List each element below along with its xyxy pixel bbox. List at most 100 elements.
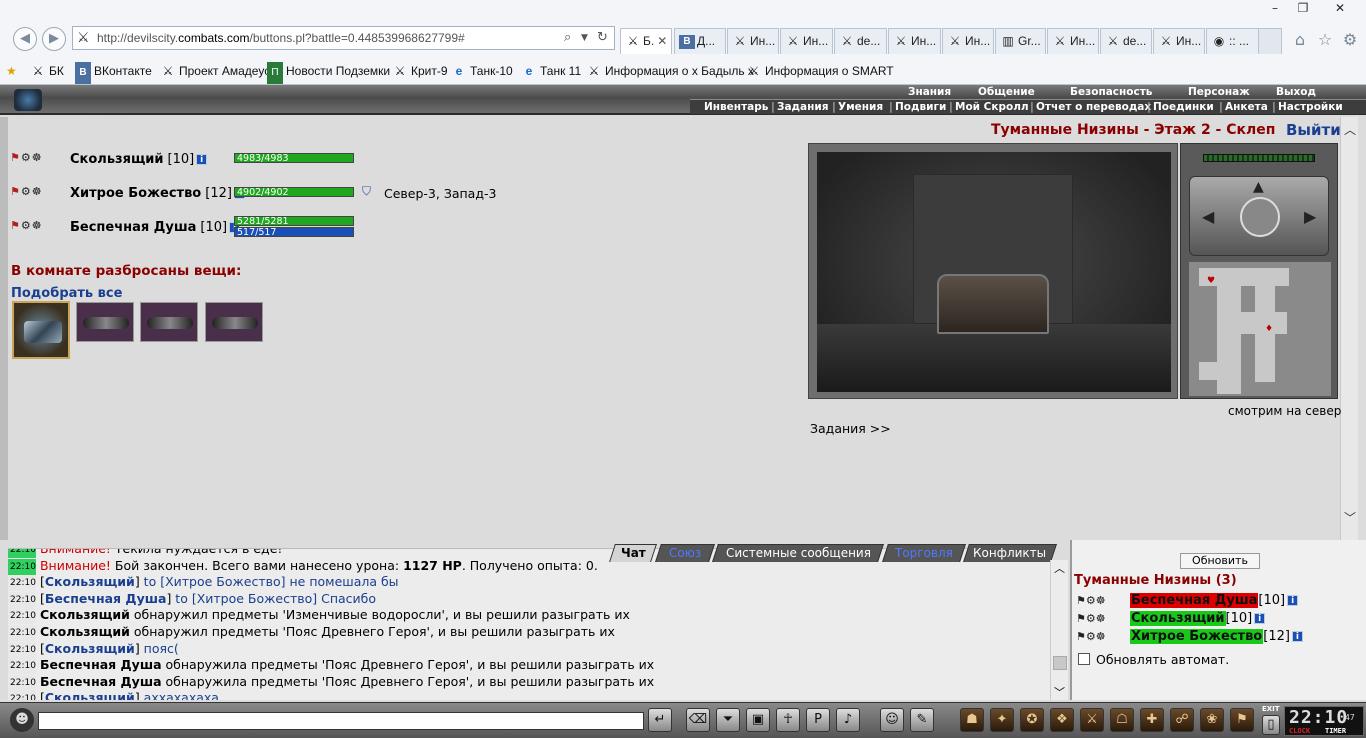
scroll-up-icon[interactable]: ︿ xyxy=(1343,121,1357,138)
favorite-link-7[interactable]: e Танк 11 xyxy=(521,60,581,82)
back-button[interactable]: ◀ xyxy=(13,27,37,51)
loot-item-4[interactable] xyxy=(205,302,263,342)
player-name[interactable]: Скользящий xyxy=(70,152,164,167)
exit-link[interactable]: Выйти xyxy=(1286,121,1341,139)
chat-nick[interactable]: Скользящий xyxy=(45,574,135,589)
chat-input[interactable] xyxy=(38,712,644,730)
forward-button[interactable]: ▶ xyxy=(42,27,66,51)
browser-tab-1[interactable]: ⚔ Б. ✕ xyxy=(620,28,672,54)
minimize-button[interactable]: – xyxy=(1262,0,1288,18)
favorite-link-8[interactable]: ⚔ Информация о х Бадыль х xyxy=(586,60,754,82)
chat-scroll-down-icon[interactable]: ﹀ xyxy=(1054,684,1065,700)
chest-icon[interactable] xyxy=(937,274,1049,334)
chat-timestamp[interactable]: 22:10 xyxy=(8,658,36,675)
info-icon[interactable]: i xyxy=(1254,613,1266,624)
favorite-link-6[interactable]: e Танк-10 xyxy=(451,60,513,82)
sub-menu-item[interactable]: Настройки xyxy=(1278,100,1343,114)
paw-icon[interactable]: ❀ xyxy=(1200,708,1224,732)
main-scrollbar[interactable]: ︿ ﹀ xyxy=(1340,117,1358,540)
loot-item-3[interactable] xyxy=(140,302,198,342)
sub-menu-item[interactable]: Анкета xyxy=(1225,100,1268,114)
room-member-name[interactable]: Хитрое Божество xyxy=(1130,629,1264,644)
favorite-link-5[interactable]: ⚔ Крит-9 xyxy=(392,60,448,82)
smiles-icon[interactable]: ☺ xyxy=(880,708,904,732)
info-icon[interactable]: i xyxy=(196,154,208,165)
favorite-link-9[interactable]: ⚔ Информация о SMART xyxy=(746,60,894,82)
sub-menu-item[interactable]: Умения xyxy=(838,100,883,114)
sub-menu-item[interactable]: Поединки xyxy=(1153,100,1214,114)
exit-door-icon[interactable]: ▯ xyxy=(1262,715,1280,735)
top-menu-item[interactable]: Общение xyxy=(978,86,1035,98)
close-tab-icon[interactable]: ✕ xyxy=(657,34,667,48)
clock-widget[interactable]: 22:10 47 CLOCK TIMER xyxy=(1284,706,1364,736)
favorite-link-2[interactable]: В ВКонтакте xyxy=(75,60,152,84)
chat-timestamp[interactable]: 22:10 xyxy=(8,641,36,658)
chat-tab-5[interactable]: Конфликты xyxy=(963,544,1057,562)
auto-refresh-checkbox[interactable] xyxy=(1078,653,1090,665)
flag-icon[interactable]: ⚑ xyxy=(1230,708,1254,732)
chat-timestamp[interactable]: 22:10 xyxy=(8,591,36,608)
chat-nick[interactable]: Скользящий xyxy=(45,641,135,656)
chat-timestamp[interactable]: 22:10 xyxy=(8,575,36,592)
close-window-button[interactable]: ✕ xyxy=(1322,0,1358,18)
move-forward-icon[interactable]: ▲ xyxy=(1253,179,1264,195)
sub-menu-item[interactable]: Подвиги xyxy=(895,100,946,114)
favorite-link-4[interactable]: П Новости Подземки xyxy=(267,60,390,84)
browser-tab-5[interactable]: ⚔ de... xyxy=(834,28,887,54)
dragon-icon[interactable]: ❖ xyxy=(1050,708,1074,732)
browser-tab-2[interactable]: В Д... xyxy=(674,28,726,54)
top-menu-item[interactable]: Знания xyxy=(908,86,951,98)
chat-scroll-thumb[interactable] xyxy=(1053,656,1067,670)
chat-scrollbar[interactable]: ︿ ﹀ xyxy=(1050,560,1068,700)
new-tab-button[interactable] xyxy=(1258,28,1282,54)
filter-icon[interactable]: ⏷ xyxy=(716,708,740,732)
hood-icon[interactable]: ☗ xyxy=(960,708,984,732)
top-menu-item[interactable]: Безопасность xyxy=(1070,86,1152,98)
browser-tab-6[interactable]: ⚔ Ин... xyxy=(888,28,941,54)
chat-scroll-up-icon[interactable]: ︿ xyxy=(1054,560,1065,576)
sub-menu-item[interactable]: Задания xyxy=(777,100,828,114)
dropdown-icon[interactable]: ▼ xyxy=(581,27,588,49)
turn-left-icon[interactable]: ◀ xyxy=(1202,207,1214,226)
favorites-star-icon[interactable]: ★ xyxy=(6,60,17,82)
loot-item-2[interactable] xyxy=(76,302,134,342)
player-name-block[interactable]: Хитрое Божество[12]i xyxy=(70,186,245,201)
compass-control[interactable]: ◀ ▶ ▲ xyxy=(1189,176,1329,256)
turn-right-icon[interactable]: ▶ xyxy=(1304,207,1316,226)
top-menu-item[interactable]: Персонаж xyxy=(1188,86,1250,98)
sword-icon[interactable]: ⚔ xyxy=(1080,708,1104,732)
chat-nick[interactable]: Беспечная Душа xyxy=(45,591,167,606)
favorite-link-3[interactable]: ⚔ Проект Амадеус xyxy=(160,60,271,82)
star-icon[interactable]: ☆ xyxy=(1314,30,1336,52)
loot-item-1[interactable] xyxy=(12,301,70,359)
room-member-name[interactable]: Беспечная Душа xyxy=(1130,593,1259,608)
room-member-name[interactable]: Скользящий xyxy=(1130,611,1226,626)
browser-tab-8[interactable]: ▥ Gr... xyxy=(995,28,1046,54)
chat-tab-1[interactable]: Чат xyxy=(609,544,657,562)
player-name[interactable]: Хитрое Божество xyxy=(70,186,201,201)
browser-tab-3[interactable]: ⚔ Ин... xyxy=(727,28,779,54)
sound-icon[interactable]: ♪ xyxy=(836,708,860,732)
info-icon[interactable]: i xyxy=(1287,595,1299,606)
chat-tab-4[interactable]: Торговля xyxy=(882,544,966,562)
save-log-icon[interactable]: ▣ xyxy=(746,708,770,732)
favorite-link-1[interactable]: ⚔ БК xyxy=(30,60,64,82)
player-name-block[interactable]: Беспечная Душа[10]i xyxy=(70,220,241,235)
send-enter-icon[interactable]: ↵ xyxy=(648,708,672,732)
player-name-block[interactable]: Скользящий [10] i xyxy=(70,152,208,167)
quests-link[interactable]: Задания >> xyxy=(810,421,891,436)
chat-tab-2[interactable]: Союз xyxy=(655,544,715,562)
chat-timestamp[interactable]: 22:10 xyxy=(8,608,36,625)
refresh-icon[interactable]: ↻ xyxy=(597,27,608,49)
top-menu-item[interactable]: Выход xyxy=(1276,86,1316,98)
chat-timestamp[interactable]: 22:10 xyxy=(8,625,36,641)
browser-tab-4[interactable]: ⚔ Ин... xyxy=(780,28,833,54)
chat-timestamp[interactable]: 22:10 xyxy=(8,691,36,700)
auto-refresh-row[interactable]: Обновлять автомат. xyxy=(1078,652,1229,667)
smiley-head-icon[interactable]: ☻ xyxy=(10,708,34,732)
scroll-down-icon[interactable]: ﹀ xyxy=(1343,509,1357,526)
minimap[interactable]: ♥ ♦ xyxy=(1189,262,1331,396)
search-icon[interactable]: ⌕ xyxy=(564,27,571,49)
home-icon[interactable]: ⌂ xyxy=(1289,30,1311,52)
wand-icon[interactable]: ✦ xyxy=(990,708,1014,732)
